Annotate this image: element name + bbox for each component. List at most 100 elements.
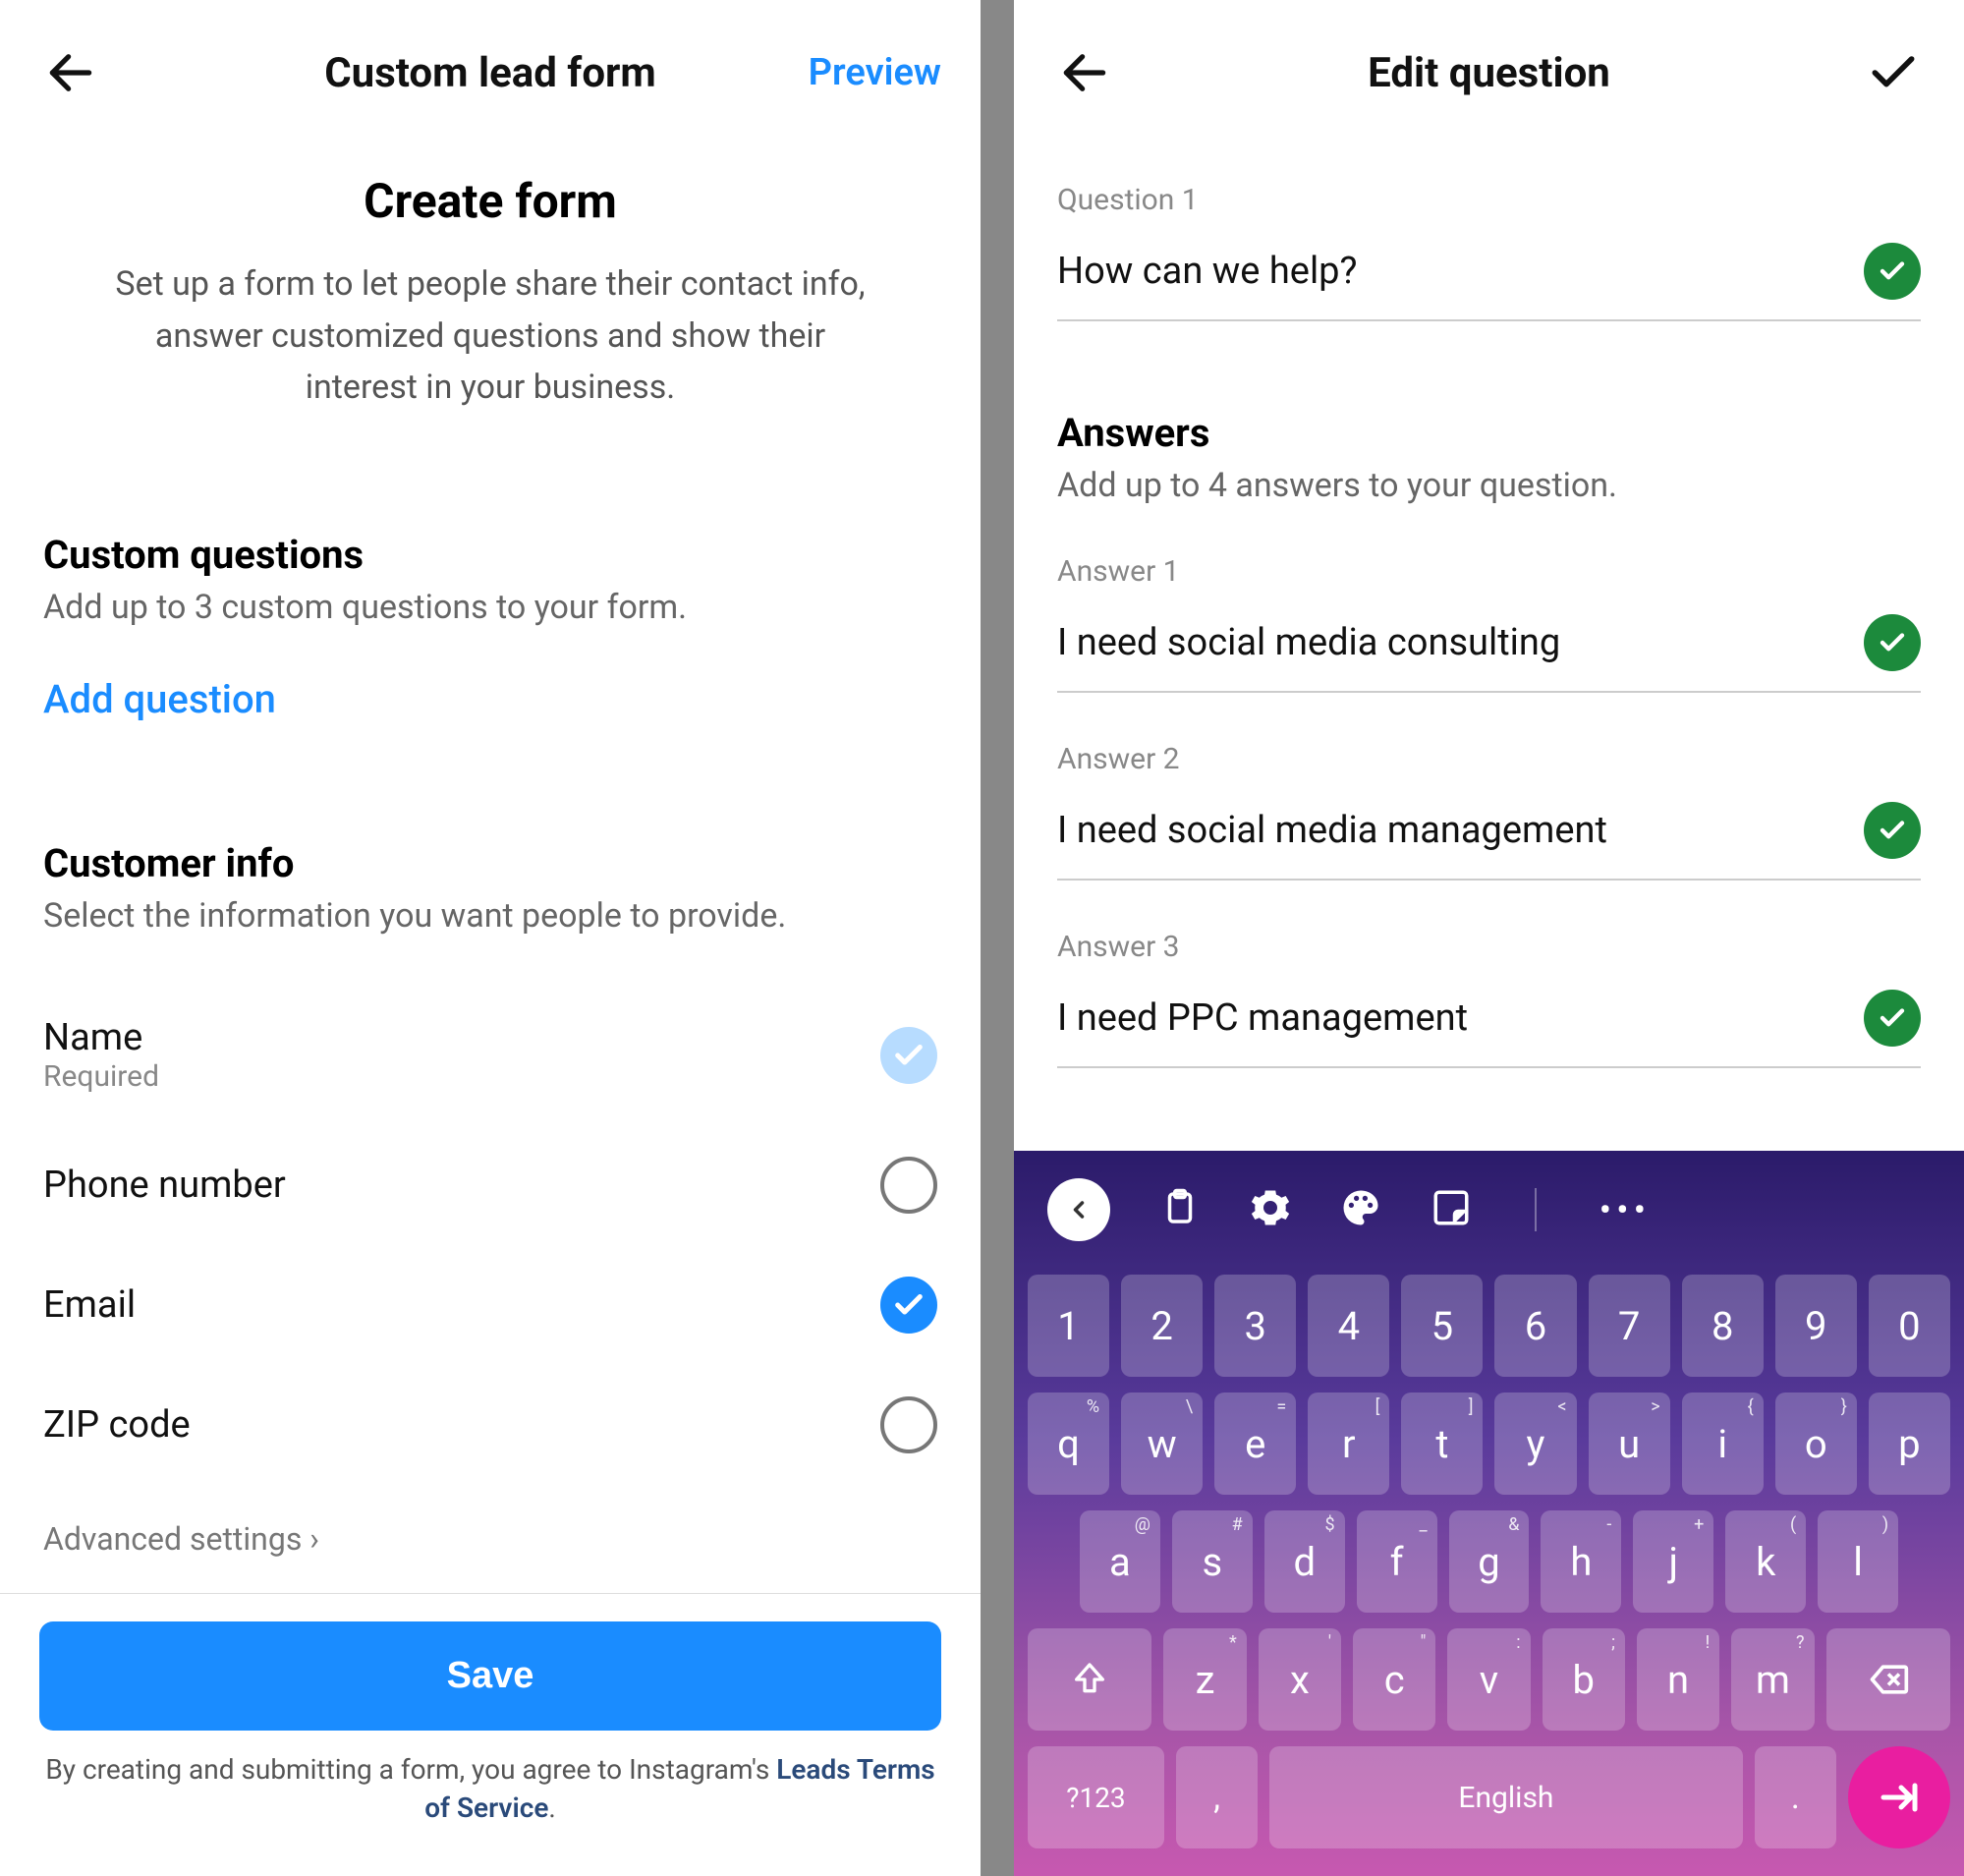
answer-3-value: I need PPC management [1057, 996, 1468, 1040]
key-9[interactable]: 9 [1775, 1275, 1857, 1377]
custom-questions-subtitle: Add up to 3 custom questions to your for… [43, 588, 937, 627]
keyboard-row-bottom: ?123 , English . [1014, 1738, 1964, 1856]
key-o[interactable]: o} [1775, 1393, 1857, 1495]
confirm-button[interactable] [1862, 41, 1925, 104]
chevron-right-icon: › [309, 1520, 319, 1558]
key-3[interactable]: 3 [1214, 1275, 1296, 1377]
keyboard-row-qwerty-2: a@s#d$f_g&h-j+k(l) [1014, 1503, 1964, 1620]
legal-text: By creating and submitting a form, you a… [39, 1750, 941, 1827]
preview-button[interactable]: Preview [804, 51, 941, 94]
checkbox-name [880, 1027, 937, 1084]
advanced-settings-button[interactable]: Advanced settings › [0, 1485, 981, 1593]
answer-2-field[interactable]: I need social media management [1057, 790, 1921, 881]
answers-subtitle: Add up to 4 answers to your question. [1057, 466, 1921, 505]
page-subtitle: Set up a form to let people share their … [0, 258, 981, 414]
save-button[interactable]: Save [39, 1621, 941, 1731]
keyboard-row-qwerty-3: z*x'c"v:b;n!m? [1014, 1620, 1964, 1738]
screen-custom-lead-form: Custom lead form Preview Create form Set… [0, 0, 981, 1876]
key-h[interactable]: h- [1541, 1510, 1621, 1613]
key-k[interactable]: k( [1725, 1510, 1806, 1613]
key-2[interactable]: 2 [1121, 1275, 1203, 1377]
key-m[interactable]: m? [1731, 1628, 1814, 1731]
key-l[interactable]: l) [1818, 1510, 1898, 1613]
field-name-row[interactable]: Name Required [43, 985, 937, 1125]
header-title: Custom lead form [177, 49, 804, 97]
back-button[interactable] [1053, 41, 1116, 104]
key-n[interactable]: n! [1637, 1628, 1719, 1731]
check-icon [1864, 614, 1921, 671]
keyboard: ••• 1234567890 q%w\e=r[t]y<u>i{o}p a@s#d… [1014, 1151, 1964, 1876]
key-z[interactable]: z* [1163, 1628, 1246, 1731]
question-1-field[interactable]: How can we help? [1057, 231, 1921, 321]
period-key[interactable]: . [1755, 1746, 1836, 1848]
header-title: Edit question [1191, 49, 1787, 97]
checkbox-zip[interactable] [880, 1396, 937, 1453]
key-0[interactable]: 0 [1869, 1275, 1950, 1377]
key-s[interactable]: s# [1172, 1510, 1253, 1613]
keyboard-row-qwerty-1: q%w\e=r[t]y<u>i{o}p [1014, 1385, 1964, 1503]
key-w[interactable]: w\ [1121, 1393, 1203, 1495]
enter-key[interactable] [1848, 1746, 1950, 1848]
keyboard-row-numbers: 1234567890 [1014, 1267, 1964, 1385]
mode-key[interactable]: ?123 [1028, 1746, 1164, 1848]
check-icon [1864, 802, 1921, 859]
key-g[interactable]: g& [1449, 1510, 1530, 1613]
key-r[interactable]: r[ [1308, 1393, 1389, 1495]
key-i[interactable]: i{ [1682, 1393, 1764, 1495]
key-a[interactable]: a@ [1080, 1510, 1160, 1613]
key-6[interactable]: 6 [1494, 1275, 1576, 1377]
key-4[interactable]: 4 [1308, 1275, 1389, 1377]
screen-divider [981, 0, 1014, 1876]
checkbox-email[interactable] [880, 1277, 937, 1334]
shift-key[interactable] [1028, 1628, 1151, 1731]
gear-icon[interactable] [1250, 1187, 1291, 1232]
screen-edit-question: Edit question Question 1 How can we help… [1014, 0, 1964, 1876]
key-8[interactable]: 8 [1682, 1275, 1764, 1377]
key-u[interactable]: u> [1589, 1393, 1670, 1495]
key-1[interactable]: 1 [1028, 1275, 1109, 1377]
key-f[interactable]: f_ [1357, 1510, 1437, 1613]
field-zip-label: ZIP code [43, 1403, 191, 1447]
backspace-key[interactable] [1826, 1628, 1950, 1731]
answer-1-value: I need social media consulting [1057, 621, 1560, 664]
more-icon[interactable]: ••• [1599, 1191, 1652, 1228]
key-v[interactable]: v: [1447, 1628, 1530, 1731]
field-phone-row[interactable]: Phone number [43, 1125, 937, 1245]
checkbox-phone[interactable] [880, 1157, 937, 1214]
add-question-button[interactable]: Add question [43, 676, 276, 722]
answers-title: Answers [1057, 410, 1921, 456]
field-name-label: Name [43, 1016, 159, 1059]
answer-2-label: Answer 2 [1057, 742, 1921, 776]
page-title: Create form [0, 173, 981, 229]
key-e[interactable]: e= [1214, 1393, 1296, 1495]
key-5[interactable]: 5 [1401, 1275, 1483, 1377]
custom-questions-title: Custom questions [43, 532, 937, 578]
key-d[interactable]: d$ [1264, 1510, 1345, 1613]
sticker-icon[interactable] [1431, 1187, 1472, 1232]
key-y[interactable]: y< [1494, 1393, 1576, 1495]
key-x[interactable]: x' [1259, 1628, 1341, 1731]
key-7[interactable]: 7 [1589, 1275, 1670, 1377]
field-phone-label: Phone number [43, 1164, 286, 1207]
key-c[interactable]: c" [1353, 1628, 1435, 1731]
key-p[interactable]: p [1869, 1393, 1950, 1495]
key-t[interactable]: t] [1401, 1393, 1483, 1495]
answer-1-field[interactable]: I need social media consulting [1057, 602, 1921, 693]
answer-1-label: Answer 1 [1057, 554, 1921, 589]
field-email-row[interactable]: Email [43, 1245, 937, 1365]
key-q[interactable]: q% [1028, 1393, 1109, 1495]
back-button[interactable] [39, 41, 102, 104]
field-zip-row[interactable]: ZIP code [43, 1365, 937, 1485]
answer-3-field[interactable]: I need PPC management [1057, 978, 1921, 1068]
customer-info-subtitle: Select the information you want people t… [43, 896, 937, 936]
space-key[interactable]: English [1269, 1746, 1742, 1848]
comma-key[interactable]: , [1176, 1746, 1258, 1848]
key-b[interactable]: b; [1543, 1628, 1625, 1731]
check-icon [1864, 243, 1921, 300]
question-1-label: Question 1 [1057, 183, 1921, 217]
field-name-required: Required [43, 1059, 159, 1094]
palette-icon[interactable] [1340, 1187, 1381, 1232]
keyboard-collapse-button[interactable] [1047, 1178, 1110, 1241]
key-j[interactable]: j+ [1633, 1510, 1713, 1613]
clipboard-icon[interactable] [1159, 1187, 1201, 1232]
